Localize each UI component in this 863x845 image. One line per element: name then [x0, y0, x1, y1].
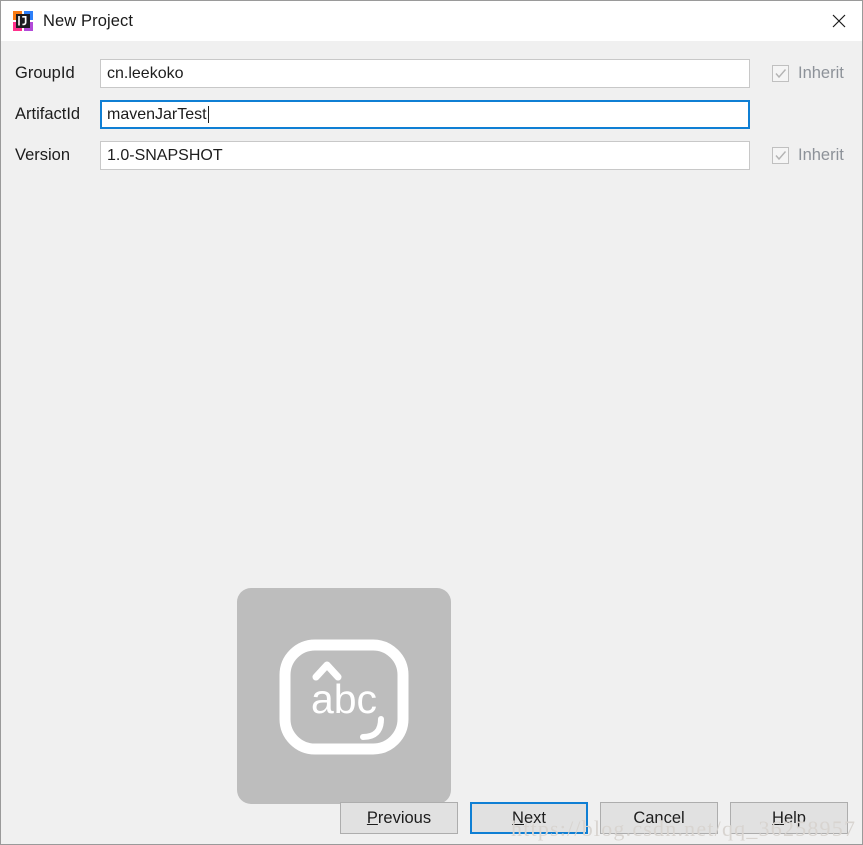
form-row-groupid: GroupId cn.leekoko Inherit	[1, 53, 862, 94]
artifactid-label: ArtifactId	[15, 105, 81, 123]
version-label: Version	[15, 146, 71, 164]
groupid-label: GroupId	[15, 64, 75, 82]
help-button[interactable]: Help	[730, 802, 848, 834]
groupid-input[interactable]: cn.leekoko	[100, 59, 750, 88]
intellij-idea-icon	[13, 11, 33, 31]
version-input[interactable]: 1.0-SNAPSHOT	[100, 141, 750, 170]
groupid-value: cn.leekoko	[107, 64, 184, 82]
svg-text:abc: abc	[311, 676, 377, 722]
dialog-button-bar: Previous Next Cancel Help	[1, 802, 862, 836]
next-button[interactable]: Next	[470, 802, 588, 834]
window-title: New Project	[43, 11, 134, 30]
form-row-version: Version 1.0-SNAPSHOT Inherit	[1, 135, 862, 176]
new-project-dialog: New Project GroupId cn.leekoko Inherit A…	[0, 0, 863, 845]
artifactid-input[interactable]: mavenJarTest	[100, 100, 750, 129]
artifactid-value: mavenJarTest	[107, 105, 207, 123]
form-row-artifactid: ArtifactId mavenJarTest	[1, 94, 862, 135]
groupid-inherit-checkbox[interactable]: Inherit	[772, 64, 844, 83]
ime-mode-indicator-overlay: abc	[237, 588, 451, 804]
checkbox-checked-icon	[772, 65, 789, 82]
dialog-content: GroupId cn.leekoko Inherit ArtifactId ma…	[1, 41, 862, 844]
version-value: 1.0-SNAPSHOT	[107, 146, 223, 164]
previous-button[interactable]: Previous	[340, 802, 458, 834]
title-bar: New Project	[1, 1, 862, 41]
groupid-inherit-label: Inherit	[798, 64, 844, 82]
text-caret	[207, 106, 209, 123]
maven-coordinates-form: GroupId cn.leekoko Inherit ArtifactId ma…	[1, 53, 862, 176]
cancel-button[interactable]: Cancel	[600, 802, 718, 834]
version-inherit-checkbox[interactable]: Inherit	[772, 146, 844, 165]
close-icon[interactable]	[816, 1, 862, 41]
version-inherit-label: Inherit	[798, 146, 844, 164]
checkbox-checked-icon	[772, 147, 789, 164]
ime-abc-icon: abc	[279, 639, 409, 755]
